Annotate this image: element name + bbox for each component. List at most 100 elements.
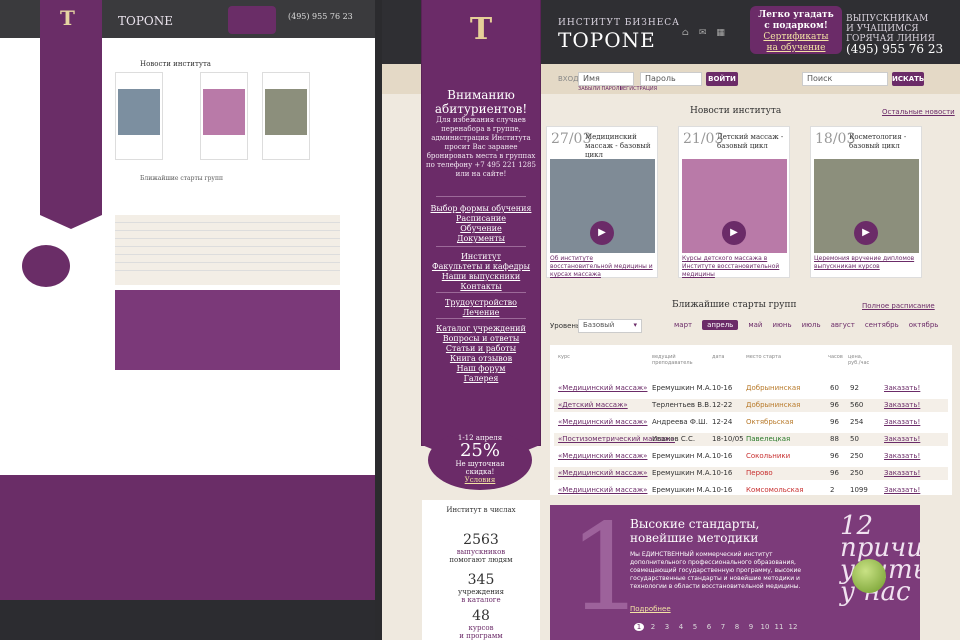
cell-action[interactable]: Заказать! <box>884 418 920 426</box>
cell-action[interactable]: Заказать! <box>884 452 920 460</box>
month-tab[interactable]: июнь <box>772 321 791 329</box>
banner-more-link[interactable]: Подробнее <box>630 605 671 613</box>
news-title-link[interactable]: Косметология - базовый цикл <box>849 133 921 151</box>
sidebar-menu-item[interactable]: Статьи и работы <box>426 344 536 354</box>
thumb-brand: TOPONE <box>118 14 174 28</box>
cell-date: 10-16 <box>712 384 733 392</box>
cell-teacher: Еремушкин М.А. <box>652 486 712 494</box>
sidebar-menu-item[interactable]: Контакты <box>426 282 536 292</box>
page-dot[interactable]: 8 <box>732 623 742 631</box>
all-news-link[interactable]: Остальные новости <box>882 108 955 116</box>
logo[interactable]: T <box>446 8 516 54</box>
sidebar-menu-item[interactable]: Расписание <box>426 214 536 224</box>
news-caption[interactable]: Об институте восстановительной медицины … <box>550 255 656 279</box>
sidebar-menu-item[interactable]: Документы <box>426 234 536 244</box>
sidebar-menu-item[interactable]: Наш форум <box>426 364 536 374</box>
discount-conditions-link[interactable]: Условия <box>428 476 532 484</box>
page-dot[interactable]: 2 <box>648 623 658 631</box>
forgot-password-link[interactable]: ЗАБЫЛИ ПАРОЛЬ <box>578 86 623 92</box>
sitemap-icon[interactable]: ▦ <box>716 28 725 38</box>
month-tab[interactable]: июль <box>802 321 821 329</box>
news-title-link[interactable]: Детский массаж - базовый цикл <box>717 133 789 151</box>
catalog-link[interactable]: в каталоге <box>422 596 540 604</box>
news-image[interactable]: ▶ <box>550 159 655 253</box>
level-select[interactable]: Базовый ▾ <box>578 319 642 333</box>
banner-reasons[interactable]: 12 причин учиться у нас <box>840 513 920 605</box>
sidebar-menu-item[interactable]: Наши выпускники <box>426 272 536 282</box>
graduates-label[interactable]: выпускников <box>422 548 540 556</box>
cell-course[interactable]: «Детский массаж» <box>558 401 628 409</box>
month-tab[interactable]: сентябрь <box>865 321 899 329</box>
search-button[interactable]: ИСКАТЬ <box>892 72 924 86</box>
cell-action[interactable]: Заказать! <box>884 435 920 443</box>
month-tab[interactable]: октябрь <box>909 321 939 329</box>
page-dot[interactable]: 6 <box>704 623 714 631</box>
cert-link2[interactable]: на обучение <box>750 43 842 54</box>
page-dot[interactable]: 10 <box>760 623 770 631</box>
graduates-count: 2563 <box>463 532 499 548</box>
cert-link1[interactable]: Сертификаты <box>750 32 842 43</box>
username-input[interactable]: Имя <box>578 72 634 86</box>
col-place: место старта <box>746 354 782 360</box>
sidebar-menu-item[interactable]: Лечение <box>426 308 536 318</box>
login-button[interactable]: ВОЙТИ <box>706 72 738 86</box>
news-caption[interactable]: Курсы детского массажа в Институте восст… <box>682 255 788 279</box>
page-dot[interactable]: 11 <box>774 623 784 631</box>
news-card[interactable]: 18/03 Косметология - базовый цикл ▶ Церемон… <box>810 126 922 278</box>
sidebar-menu-item[interactable]: Трудоустройство <box>426 298 536 308</box>
sidebar-menu-item[interactable]: Институт <box>426 252 536 262</box>
discount-badge[interactable]: 1-12 апреля 25% Не шуточная скидка! Усло… <box>428 430 532 490</box>
cell-course[interactable]: «Медицинский массаж» <box>558 469 647 477</box>
cell-course[interactable]: «Медицинский массаж» <box>558 384 647 392</box>
sidebar-menu-item[interactable]: Вопросы и ответы <box>426 334 536 344</box>
catalog-label: учреждения <box>457 588 504 596</box>
full-schedule-link[interactable]: Полное расписание <box>862 302 935 310</box>
page-dot[interactable]: 1 <box>634 623 644 631</box>
cert-badge[interactable]: Легко угадать с подарком! Сертификаты на… <box>750 6 842 54</box>
news-card[interactable]: 27/03 Медицинский массаж - базовый цикл ▶ О… <box>546 126 658 278</box>
password-input[interactable]: Пароль <box>640 72 702 86</box>
month-tab[interactable]: март <box>674 321 692 329</box>
cell-action[interactable]: Заказать! <box>884 401 920 409</box>
register-link[interactable]: РЕГИСТРАЦИЯ <box>620 86 657 92</box>
news-title-link[interactable]: Медицинский массаж - базовый цикл <box>585 133 657 160</box>
play-icon[interactable]: ▶ <box>590 221 614 245</box>
notice-title: Вниманию абитуриентов! <box>434 88 528 116</box>
news-image[interactable]: ▶ <box>814 159 919 253</box>
month-tab[interactable]: апрель <box>702 320 739 330</box>
cell-course[interactable]: «Медицинский массаж» <box>558 452 647 460</box>
month-tab[interactable]: август <box>831 321 855 329</box>
sidebar-menu-item[interactable]: Выбор формы обучения <box>426 204 536 214</box>
level-label: Уровень <box>550 322 581 330</box>
page-dot[interactable]: 9 <box>746 623 756 631</box>
programs-label[interactable]: и программ <box>422 632 540 640</box>
month-tab[interactable]: май <box>748 321 762 329</box>
play-icon[interactable]: ▶ <box>854 221 878 245</box>
news-image[interactable]: ▶ <box>682 159 787 253</box>
news-card[interactable]: 21/03 Детский массаж - базовый цикл ▶ Курсы… <box>678 126 790 278</box>
news-caption[interactable]: Церемония вручение дипломов выпускникам … <box>814 255 920 271</box>
sidebar-menu-item[interactable]: Факультеты и кафедры <box>426 262 536 272</box>
brand-name[interactable]: TOPONE <box>558 28 656 52</box>
page-dot[interactable]: 3 <box>662 623 672 631</box>
cell-action[interactable]: Заказать! <box>884 486 920 494</box>
play-icon[interactable]: ▶ <box>722 221 746 245</box>
search-input[interactable]: Поиск <box>802 72 888 86</box>
sidebar-menu-item[interactable]: Галерея <box>426 374 536 384</box>
page-dot[interactable]: 4 <box>676 623 686 631</box>
sidebar-menu-item[interactable]: Каталог учреждений <box>426 324 536 334</box>
apple-image <box>852 559 886 593</box>
sidebar-menu-item[interactable]: Обучение <box>426 224 536 234</box>
thumb-news-card <box>262 72 310 160</box>
cell-action[interactable]: Заказать! <box>884 469 920 477</box>
courses-label[interactable]: курсов <box>422 624 540 632</box>
page-dot[interactable]: 5 <box>690 623 700 631</box>
sidebar-menu-item[interactable]: Книга отзывов <box>426 354 536 364</box>
cell-course[interactable]: «Медицинский массаж» <box>558 418 647 426</box>
page-dot[interactable]: 7 <box>718 623 728 631</box>
page-dot[interactable]: 12 <box>788 623 798 631</box>
home-icon[interactable]: ⌂ <box>682 28 689 38</box>
cell-course[interactable]: «Медицинский массаж» <box>558 486 647 494</box>
cell-action[interactable]: Заказать! <box>884 384 920 392</box>
mail-icon[interactable]: ✉ <box>699 28 707 38</box>
